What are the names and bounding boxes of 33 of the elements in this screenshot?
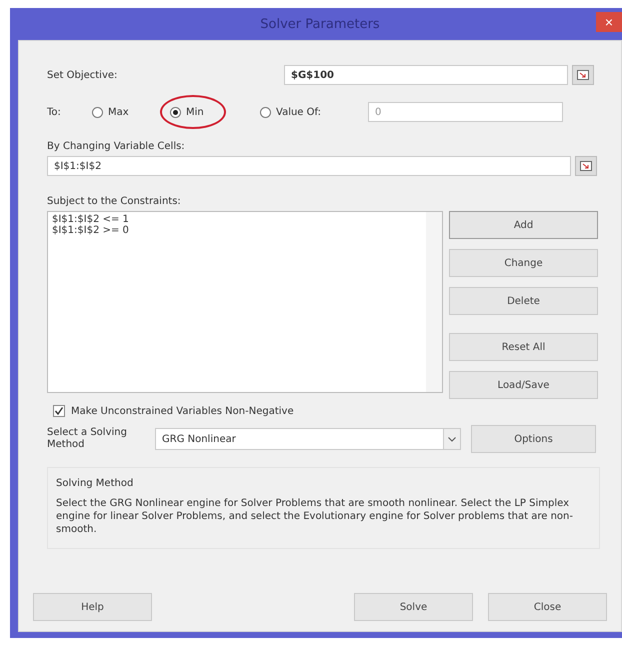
dialog-button[interactable]: Delete [449,287,598,315]
dialog-button[interactable]: Close [488,593,607,621]
radio-option[interactable]: Min [170,106,260,118]
field-label: Subject to the Constraints: [47,196,182,207]
field-label: To: [47,106,62,118]
checkbox-option[interactable]: Make Unconstrained Variables Non-Negative [53,405,613,417]
range-picker-icon[interactable] [572,65,594,85]
radio-option[interactable]: Value Of: [260,106,360,118]
field-label: Set Objective: [47,70,118,80]
dialog-button[interactable]: Solve [354,593,473,621]
window-title: Solver Parameters [260,16,380,32]
dialog-button[interactable]: Load/Save [449,371,598,399]
constraint-item[interactable]: $I$1:$I$2 <= 1 [52,214,129,225]
radio-option[interactable]: Max [92,106,170,118]
close-button[interactable]: × [596,12,622,32]
variable-cells-field[interactable]: $I$1:$I$2 [47,156,571,176]
checkmark-icon [54,406,64,416]
objective-field[interactable]: $G$100 [284,65,568,85]
dialog-button[interactable]: Change [449,249,598,277]
highlight-ellipse [160,95,226,129]
dialog-button[interactable]: Reset All [449,333,598,361]
method-dropdown[interactable]: GRG Nonlinear [155,428,461,450]
description-text: Select the GRG Nonlinear engine for Solver Problems that are smooth nonlinear. Select the LP Simplex engine for linear Solver Problems, and select the Evolutionary engine for Solver problems that are non-smooth. [56,497,574,536]
dialog-button[interactable]: Add [449,211,598,239]
field-label: By Changing Variable Cells: [47,141,186,152]
dialog-button[interactable]: Help [33,593,152,621]
field-label: Select a Solving Method [47,427,128,451]
scrollbar[interactable] [426,212,442,392]
range-picker-icon[interactable] [575,156,597,176]
constraint-item[interactable]: $I$1:$I$2 >= 0 [52,225,129,236]
chevron-down-icon [448,436,456,442]
options-button[interactable]: Options [471,425,596,453]
group-title: Solving Method [56,478,134,489]
